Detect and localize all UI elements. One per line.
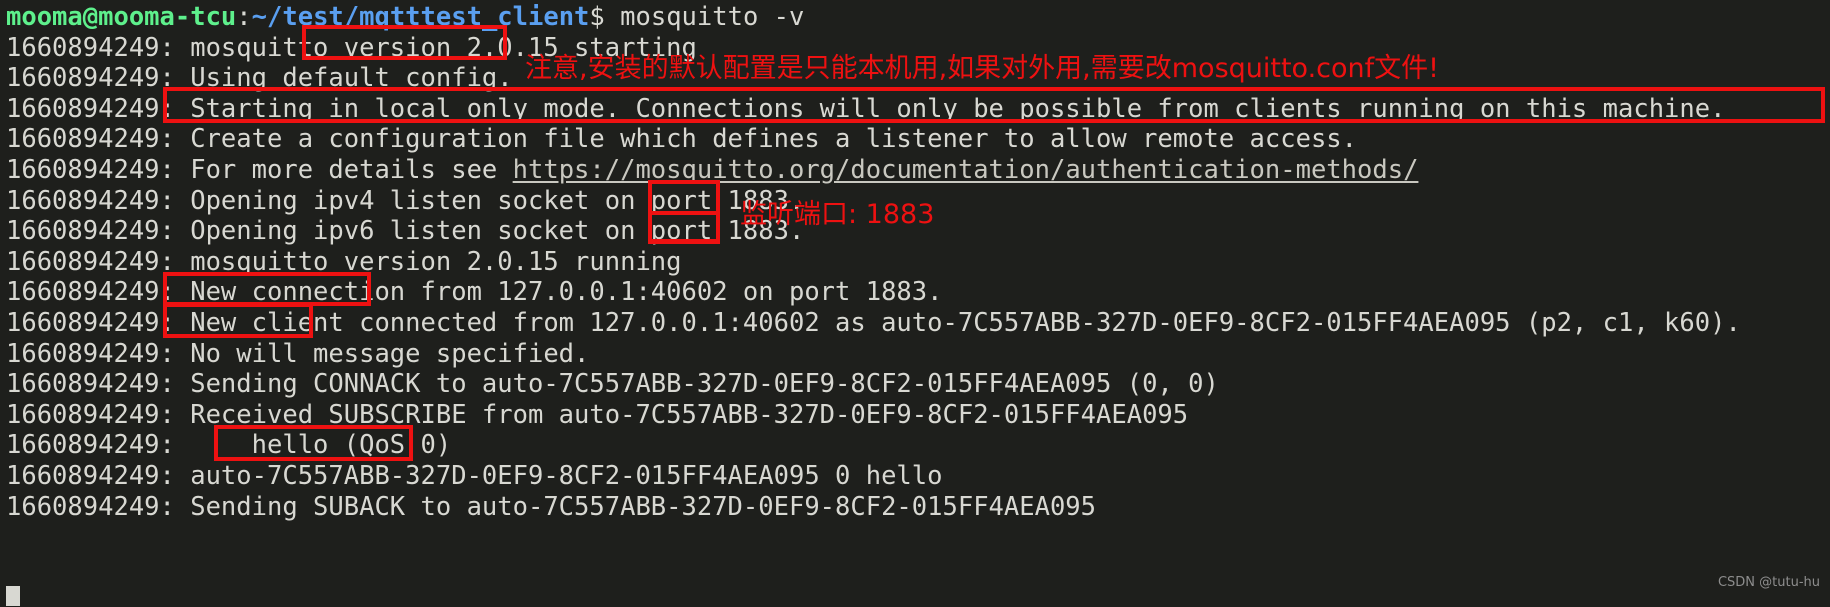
log-line: 1660894249: Received SUBSCRIBE from auto… [6, 399, 1189, 430]
log-line: 1660894249: Sending SUBACK to auto-7C557… [6, 491, 1097, 522]
prompt-command: mosquitto -v [604, 2, 805, 32]
log-line: 1660894249: Starting in local only mode.… [6, 93, 1726, 124]
log-line: 1660894249: Sending CONNACK to auto-7C55… [6, 369, 1219, 400]
log-line-with-link: 1660894249: For more details see https:/… [6, 155, 1830, 186]
annotation-listen-port: 监听端口: 1883 [740, 199, 935, 230]
prompt-separator: : [236, 2, 252, 32]
prompt-sigil: $ [589, 2, 605, 32]
terminal-window[interactable]: mooma@mooma-tcu:~/test/mqtttest_client$ … [0, 0, 1830, 607]
log-line: 1660894249: New client connected from 12… [6, 307, 1741, 338]
log-line: 1660894249: hello (QoS 0) [6, 430, 452, 461]
prompt-path: ~/test/mqtttest_client [251, 2, 590, 32]
annotation-config-note: 注意,安装的默认配置是只能本机用,如果对外用,需要改mosquitto.conf… [525, 53, 1439, 84]
text-cursor [6, 586, 20, 606]
log-line: 1660894249: No will message specified. [6, 338, 590, 369]
watermark: CSDN @tutu-hu [1717, 575, 1820, 591]
log-line: 1660894249: mosquitto version 2.0.15 run… [6, 246, 682, 277]
prompt-user-host: mooma@mooma-tcu [6, 2, 237, 32]
log-line-prefix: 1660894249: For more details see [6, 154, 513, 185]
documentation-link[interactable]: https://mosquitto.org/documentation/auth… [513, 155, 1419, 185]
log-line: 1660894249: auto-7C557ABB-327D-0EF9-8CF2… [6, 460, 943, 491]
log-line: 1660894249: Create a configuration file … [6, 124, 1358, 155]
prompt-line: mooma@mooma-tcu:~/test/mqtttest_client$ … [6, 2, 1830, 33]
log-line: 1660894249: New connection from 127.0.0.… [6, 277, 943, 308]
